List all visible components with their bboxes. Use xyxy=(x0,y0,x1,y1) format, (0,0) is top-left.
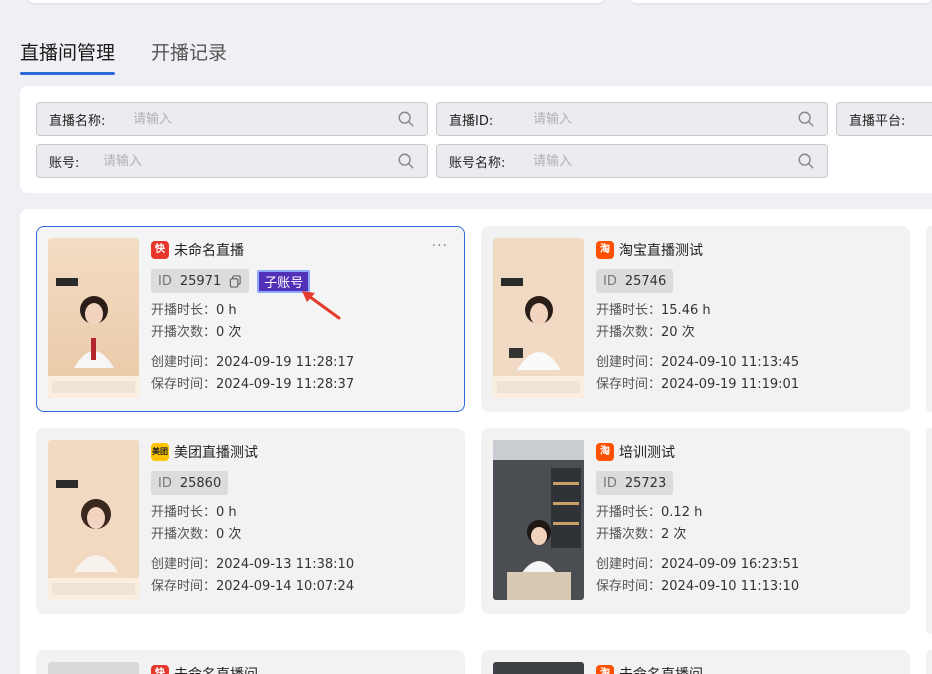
live-id-value: 25971 xyxy=(179,273,222,289)
meituan-icon: 美团 xyxy=(151,443,169,461)
poster-thumbnail xyxy=(48,662,139,674)
platform-select[interactable]: 直播平台: xyxy=(836,102,932,136)
saved-time-row: 保存时间：2024-09-10 11:13:10 xyxy=(596,579,800,594)
duration-row: 开播时长：0.12 h xyxy=(596,505,703,520)
live-room-card[interactable]: 淘 未命名直播间 xyxy=(481,650,910,674)
live-id-input[interactable] xyxy=(533,111,797,127)
live-room-card[interactable]: 淘 培训测试 ID 25723 开播时长：0.12 h 开播次数：2 次 创建时… xyxy=(481,428,910,614)
poster-thumbnail xyxy=(493,440,584,600)
poster-thumbnail xyxy=(493,238,584,398)
saved-time-row: 保存时间：2024-09-14 10:07:24 xyxy=(151,579,355,594)
live-id-chip: ID 25971 xyxy=(151,269,250,293)
account-field: 账号: xyxy=(36,144,428,178)
taobao-icon: 淘 xyxy=(596,443,614,461)
search-icon[interactable] xyxy=(797,110,815,128)
card-info: 美团 美团直播测试 ID 25860 开播时长：0 h 开播次数：0 次 创建时… xyxy=(151,442,354,598)
search-icon[interactable] xyxy=(797,152,815,170)
tab-bar: 直播间管理 开播记录 xyxy=(20,38,227,75)
kuaishou-icon: 快 xyxy=(151,241,169,259)
tab-live-room-management[interactable]: 直播间管理 xyxy=(20,38,116,75)
id-label: ID xyxy=(603,475,617,491)
live-id-chip: ID 25746 xyxy=(596,269,674,293)
live-room-title: 未命名直播间 xyxy=(174,664,258,674)
live-id-label: 直播ID: xyxy=(449,113,494,129)
card-info: 快 未命名直播间 xyxy=(151,664,258,674)
created-time-row: 创建时间：2024-09-10 11:13:45 xyxy=(596,355,800,370)
taobao-icon: 淘 xyxy=(596,665,614,674)
id-label: ID xyxy=(158,475,172,491)
live-room-card[interactable]: 快 未命名直播间 xyxy=(36,650,465,674)
search-icon[interactable] xyxy=(397,110,415,128)
id-label: ID xyxy=(158,273,172,289)
created-time-row: 创建时间：2024-09-19 11:28:17 xyxy=(151,355,355,370)
top-bar-left xyxy=(28,0,604,3)
card-info: 淘 淘宝直播测试 ID 25746 开播时长：15.46 h 开播次数：20 次… xyxy=(596,240,799,396)
account-input[interactable] xyxy=(103,153,397,169)
live-room-card-edge xyxy=(926,428,932,634)
count-row: 开播次数：0 次 xyxy=(151,527,242,542)
top-bar-right xyxy=(630,0,932,3)
live-id-field: 直播ID: xyxy=(436,102,828,136)
count-row: 开播次数：20 次 xyxy=(596,325,695,340)
poster-thumbnail xyxy=(48,238,139,398)
live-id-value: 25723 xyxy=(624,475,667,491)
count-row: 开播次数：2 次 xyxy=(596,527,687,542)
live-room-title: 美团直播测试 xyxy=(174,445,258,461)
live-id-value: 25860 xyxy=(179,475,222,491)
live-name-field: 直播名称: xyxy=(36,102,428,136)
live-room-card[interactable]: 美团 美团直播测试 ID 25860 开播时长：0 h 开播次数：0 次 创建时… xyxy=(36,428,465,614)
duration-row: 开播时长：15.46 h xyxy=(596,303,711,318)
saved-time-row: 保存时间：2024-09-19 11:28:37 xyxy=(151,377,355,392)
account-name-label: 账号名称: xyxy=(449,155,506,171)
platform-label: 直播平台: xyxy=(849,113,906,129)
top-strip xyxy=(0,0,932,8)
live-room-title: 未命名直播 xyxy=(174,243,244,259)
live-name-input[interactable] xyxy=(133,111,397,127)
live-id-value: 25746 xyxy=(624,273,667,289)
tab-broadcast-records[interactable]: 开播记录 xyxy=(151,38,227,72)
live-room-title: 未命名直播间 xyxy=(619,664,703,674)
search-icon[interactable] xyxy=(397,152,415,170)
account-name-input[interactable] xyxy=(533,153,797,169)
id-label: ID xyxy=(603,273,617,289)
live-id-chip: ID 25723 xyxy=(596,471,674,495)
live-room-card[interactable]: 淘 淘宝直播测试 ID 25746 开播时长：15.46 h 开播次数：20 次… xyxy=(481,226,910,412)
card-info: 淘 未命名直播间 xyxy=(596,664,703,674)
live-name-label: 直播名称: xyxy=(49,113,106,129)
created-time-row: 创建时间：2024-09-13 11:38:10 xyxy=(151,557,355,572)
duration-row: 开播时长：0 h xyxy=(151,505,237,520)
poster-thumbnail xyxy=(48,440,139,600)
poster-thumbnail xyxy=(493,662,584,674)
live-id-chip: ID 25860 xyxy=(151,471,229,495)
created-time-row: 创建时间：2024-09-09 16:23:51 xyxy=(596,557,800,572)
copy-icon[interactable] xyxy=(229,274,242,288)
account-name-field: 账号名称: xyxy=(436,144,828,178)
live-room-title: 淘宝直播测试 xyxy=(619,243,703,259)
annotation-arrow-icon xyxy=(302,291,341,320)
kuaishou-icon: 快 xyxy=(151,665,169,674)
live-room-card-edge xyxy=(926,650,932,674)
count-row: 开播次数：0 次 xyxy=(151,325,242,340)
saved-time-row: 保存时间：2024-09-19 11:19:01 xyxy=(596,377,800,392)
live-room-title: 培训测试 xyxy=(619,445,675,461)
live-room-card[interactable]: 快 未命名直播 ID 25971 子账号 开播时长：0 h 开播次数：0 次 创… xyxy=(36,226,465,412)
card-info: 淘 培训测试 ID 25723 开播时长：0.12 h 开播次数：2 次 创建时… xyxy=(596,442,799,598)
account-label: 账号: xyxy=(49,155,80,171)
live-room-card-edge xyxy=(926,226,932,412)
more-options-icon[interactable]: ··· xyxy=(432,238,448,254)
taobao-icon: 淘 xyxy=(596,241,614,259)
